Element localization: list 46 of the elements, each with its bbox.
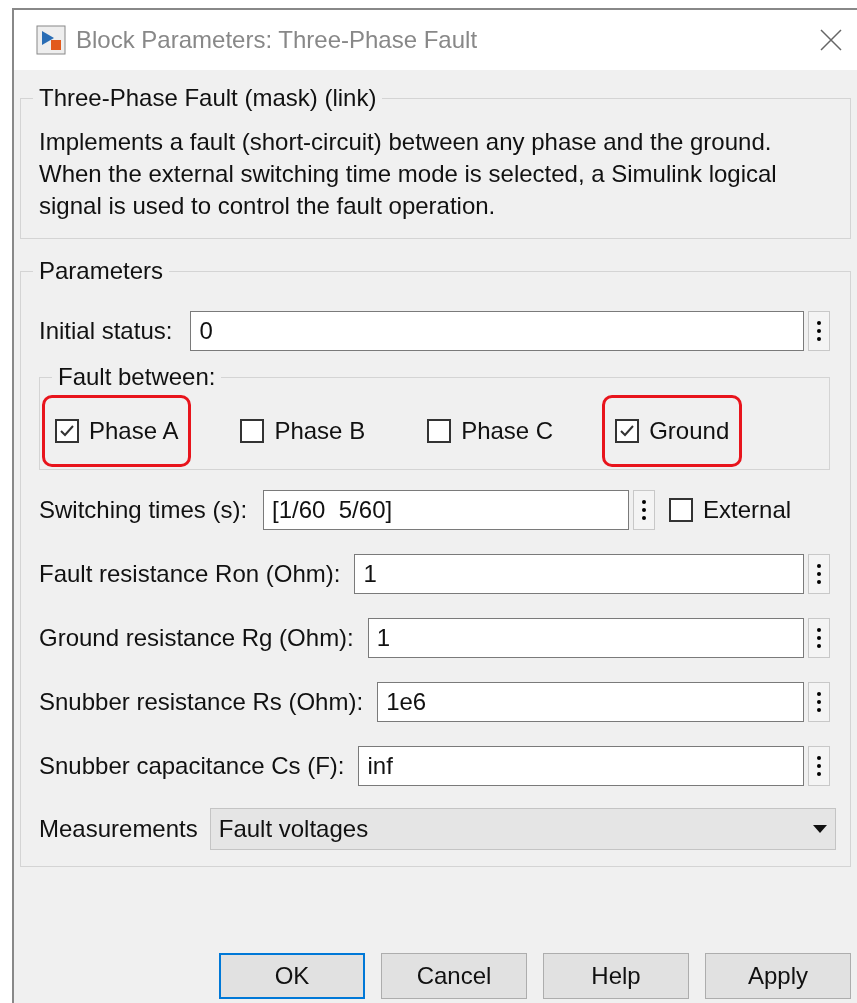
checkbox-label: Phase A xyxy=(89,416,179,446)
field-label: Measurements xyxy=(39,814,198,844)
field-label: Fault resistance Ron (Ohm): xyxy=(39,559,341,589)
options-menu-button[interactable] xyxy=(808,618,830,658)
field-label: Snubber resistance Rs (Ohm): xyxy=(39,687,364,717)
options-menu-button[interactable] xyxy=(808,682,830,722)
checkbox-option[interactable]: Phase C xyxy=(414,395,567,467)
options-menu-button[interactable] xyxy=(808,554,830,594)
group-title: Three-Phase Fault (mask) (link) xyxy=(38,83,378,113)
checkbox-label: External xyxy=(703,495,792,525)
dialog-button[interactable]: Apply xyxy=(705,953,851,999)
text-field[interactable]: 0 xyxy=(190,311,804,351)
group-title: Fault between: xyxy=(57,362,217,392)
checkbox-label: Phase B xyxy=(274,416,366,446)
field-label: Switching times (s): xyxy=(39,495,248,525)
checkbox[interactable] xyxy=(615,419,640,443)
description-text: Implements a fault (short-circuit) between any phase and the ground. When the external switching time mode is selected, a Simulink logical signal is used to control the fault operation. xyxy=(39,127,778,221)
checkbox-option[interactable]: Phase A xyxy=(42,395,192,467)
dialog-button[interactable]: Cancel xyxy=(381,953,527,999)
text-field[interactable]: [1/60 5/60] xyxy=(263,490,630,530)
options-menu-button[interactable] xyxy=(808,746,830,786)
checkbox[interactable] xyxy=(669,498,694,522)
checkbox[interactable] xyxy=(240,419,265,443)
measurements-dropdown[interactable]: Fault voltages xyxy=(209,808,836,850)
options-menu-button[interactable] xyxy=(633,490,656,530)
checkbox-label: Phase C xyxy=(461,416,554,446)
checkbox[interactable] xyxy=(55,419,79,443)
checkbox[interactable] xyxy=(427,419,452,443)
field-label: Ground resistance Rg (Ohm): xyxy=(39,623,354,653)
block-icon xyxy=(36,25,66,55)
field-label: Snubber capacitance Cs (F): xyxy=(39,751,345,781)
dropdown-arrow-icon xyxy=(813,825,827,833)
window-title: Block Parameters: Three-Phase Fault xyxy=(76,25,479,55)
text-field[interactable]: 1e6 xyxy=(377,682,804,722)
checkbox-label: Ground xyxy=(649,416,730,446)
checkbox-option[interactable]: Phase B xyxy=(227,395,379,467)
text-field[interactable]: 1 xyxy=(367,618,804,658)
checkbox-option[interactable]: Ground xyxy=(602,395,743,467)
dialog-button[interactable]: Help xyxy=(543,953,689,999)
text-field[interactable]: inf xyxy=(358,746,804,786)
text-field[interactable]: 1 xyxy=(354,554,804,594)
field-label: Initial status: xyxy=(39,316,173,346)
close-icon[interactable] xyxy=(819,28,843,52)
dialog-button[interactable]: OK xyxy=(219,953,365,999)
options-menu-button[interactable] xyxy=(808,311,830,351)
group-title: Parameters xyxy=(38,256,165,286)
